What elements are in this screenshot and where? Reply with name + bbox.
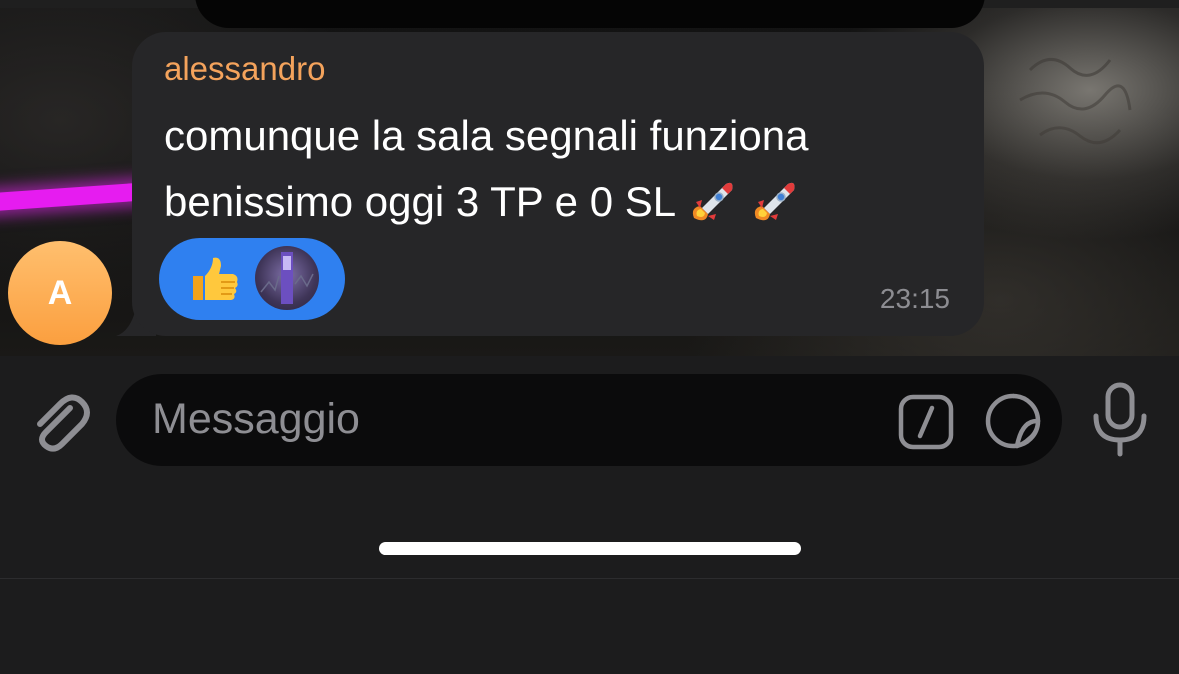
- command-icon[interactable]: [898, 394, 954, 450]
- microphone-icon[interactable]: [1090, 382, 1150, 458]
- composer-bar: Messaggio: [0, 356, 1179, 578]
- thumbs-up-emoji: [193, 257, 238, 300]
- rocket-emoji: [754, 182, 795, 221]
- message-time: 23:15: [879, 283, 950, 314]
- reaction-pill[interactable]: [159, 238, 345, 320]
- sender-name[interactable]: alessandro: [164, 50, 325, 88]
- previous-message-bubble[interactable]: [195, 0, 985, 28]
- message-bubble[interactable]: alessandro comunque la sala segnali funz…: [132, 32, 984, 336]
- chat-background[interactable]: A alessandro comunque la sala segnali fu…: [0, 0, 1179, 356]
- reactor-avatar[interactable]: [255, 246, 319, 310]
- message-text-line-2-text: benissimo oggi 3 TP e 0 SL: [164, 178, 677, 225]
- sticker-icon[interactable]: [984, 392, 1042, 450]
- message-input[interactable]: Messaggio: [116, 374, 1062, 466]
- wallpaper-neon-line: [0, 182, 151, 212]
- message-text-line-2: benissimo oggi 3 TP e 0 SL: [164, 178, 800, 226]
- avatar-initial: A: [47, 273, 73, 312]
- rocket-emoji: [692, 182, 733, 221]
- paperclip-icon[interactable]: [26, 386, 92, 456]
- home-indicator[interactable]: [379, 542, 801, 555]
- chat-screen: A alessandro comunque la sala segnali fu…: [0, 0, 1179, 674]
- sender-avatar[interactable]: A: [8, 241, 112, 345]
- message-input-placeholder: Messaggio: [152, 395, 360, 443]
- message-text-line-1: comunque la sala segnali funziona: [164, 112, 809, 159]
- bottom-area: [0, 579, 1179, 674]
- wallpaper-scribble: [1019, 58, 1132, 145]
